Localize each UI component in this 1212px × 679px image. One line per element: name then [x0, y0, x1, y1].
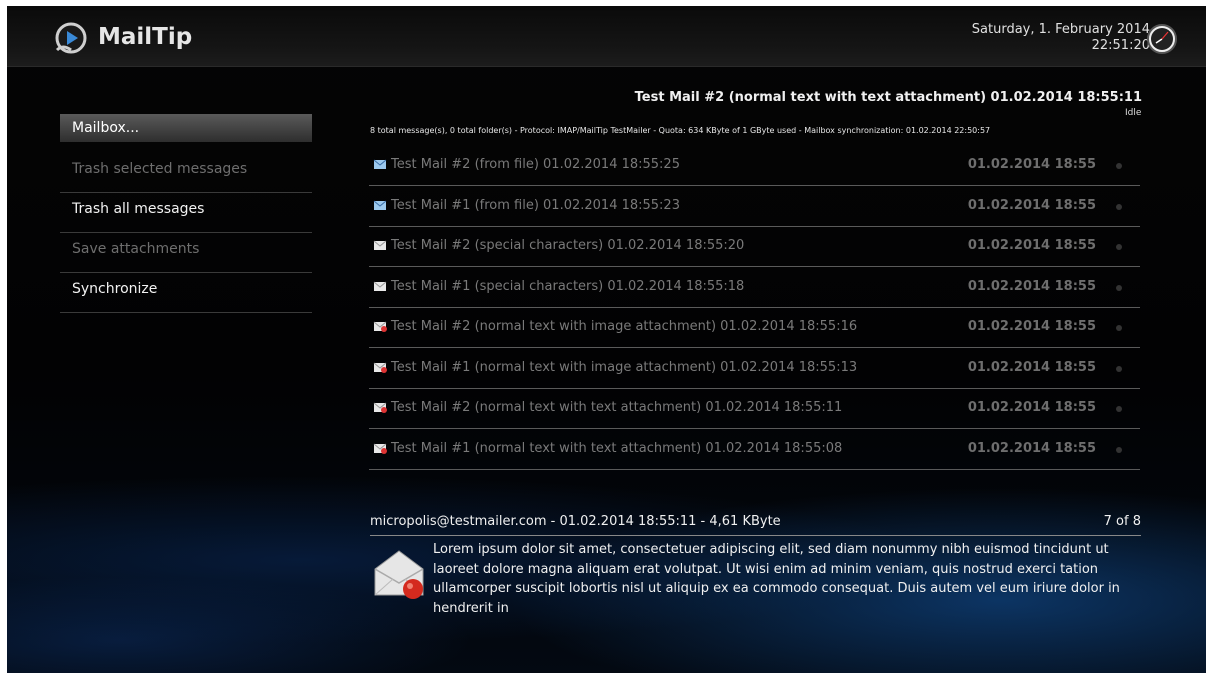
- selected-message-title: Test Mail #2 (normal text with text atta…: [634, 90, 1142, 105]
- message-position: 7 of 8: [1103, 514, 1141, 529]
- app-logo-icon: [55, 22, 87, 54]
- message-subject: Test Mail #2 (from file) 01.02.2014 18:5…: [391, 157, 680, 172]
- message-date: 01.02.2014 18:55: [967, 440, 1096, 456]
- read-indicator: [1116, 244, 1122, 250]
- message-row[interactable]: Test Mail #2 (normal text with image att…: [369, 308, 1140, 348]
- white-mail-icon: [373, 281, 387, 291]
- attachment-mail-icon: [373, 443, 387, 454]
- status-label: Idle: [1125, 108, 1142, 118]
- message-row[interactable]: Test Mail #1 (normal text with image att…: [369, 349, 1140, 389]
- message-row[interactable]: Test Mail #2 (normal text with text atta…: [369, 389, 1140, 429]
- message-list: Test Mail #2 (from file) 01.02.2014 18:5…: [369, 146, 1140, 470]
- mail-attachment-large-icon: [374, 550, 424, 599]
- message-subject: Test Mail #2 (normal text with image att…: [391, 319, 858, 334]
- message-subject: Test Mail #1 (from file) 01.02.2014 18:5…: [391, 197, 680, 213]
- clock-icon: [1147, 24, 1177, 54]
- message-row[interactable]: Test Mail #1 (normal text with text atta…: [369, 430, 1140, 470]
- menu-item-trash-all[interactable]: Trash all messages: [60, 194, 312, 233]
- detail-header: micropolis@testmailer.com - 01.02.2014 1…: [370, 513, 1141, 536]
- white-mail-icon: [373, 240, 387, 250]
- message-date: 01.02.2014 18:55: [967, 238, 1096, 253]
- read-indicator: [1116, 446, 1122, 453]
- message-subject: Test Mail #1 (normal text with text atta…: [391, 440, 843, 456]
- attachment-mail-icon: [373, 321, 387, 332]
- blue-mail-icon: [373, 159, 387, 169]
- read-indicator: [1116, 365, 1122, 372]
- message-subject: Test Mail #1 (special characters) 01.02.…: [391, 278, 745, 294]
- header-time: 22:51:20: [1091, 38, 1150, 53]
- message-date: 01.02.2014 18:55: [967, 278, 1096, 294]
- message-date: 01.02.2014 18:55: [967, 197, 1096, 213]
- frame-border-left: [0, 0, 7, 679]
- menu-item-save-attachments[interactable]: Save attachments: [60, 234, 312, 273]
- message-body: Lorem ipsum dolor sit amet, consectetuer…: [433, 542, 1120, 616]
- message-subject: Test Mail #2 (special characters) 01.02.…: [391, 238, 745, 253]
- message-date: 01.02.2014 18:55: [967, 359, 1096, 375]
- message-date: 01.02.2014 18:55: [967, 157, 1096, 172]
- blue-mail-icon: [373, 200, 387, 210]
- sidebar-menu: Mailbox... Trash selected messages Trash…: [60, 114, 312, 314]
- read-indicator: [1116, 325, 1122, 331]
- mailbox-info: 8 total message(s), 0 total folder(s) - …: [370, 126, 991, 135]
- app-title: MailTip: [98, 24, 193, 50]
- message-row[interactable]: Test Mail #1 (special characters) 01.02.…: [369, 268, 1140, 308]
- message-date: 01.02.2014 18:55: [967, 319, 1096, 334]
- read-indicator: [1116, 163, 1122, 169]
- frame-border-bottom: [0, 673, 1212, 679]
- read-indicator: [1116, 284, 1122, 291]
- detail-sender: micropolis@testmailer.com - 01.02.2014 1…: [370, 514, 781, 529]
- message-row[interactable]: Test Mail #1 (from file) 01.02.2014 18:5…: [369, 187, 1140, 227]
- message-subject: Test Mail #2 (normal text with text atta…: [391, 400, 843, 415]
- attachment-mail-icon: [373, 402, 387, 413]
- message-row[interactable]: Test Mail #2 (from file) 01.02.2014 18:5…: [369, 146, 1140, 186]
- message-date: 01.02.2014 18:55: [967, 400, 1096, 415]
- header-date: Saturday, 1. February 2014: [971, 22, 1150, 37]
- read-indicator: [1116, 203, 1122, 210]
- attachment-mail-icon: [373, 362, 387, 373]
- message-subject: Test Mail #1 (normal text with image att…: [391, 359, 858, 375]
- frame-border-top: [0, 0, 1212, 6]
- message-row[interactable]: Test Mail #2 (special characters) 01.02.…: [369, 227, 1140, 267]
- menu-item-synchronize[interactable]: Synchronize: [60, 274, 312, 313]
- frame-border-right: [1206, 0, 1212, 679]
- menu-item-trash-selected[interactable]: Trash selected messages: [60, 154, 312, 193]
- read-indicator: [1116, 406, 1122, 412]
- menu-item-mailbox[interactable]: Mailbox...: [60, 114, 312, 142]
